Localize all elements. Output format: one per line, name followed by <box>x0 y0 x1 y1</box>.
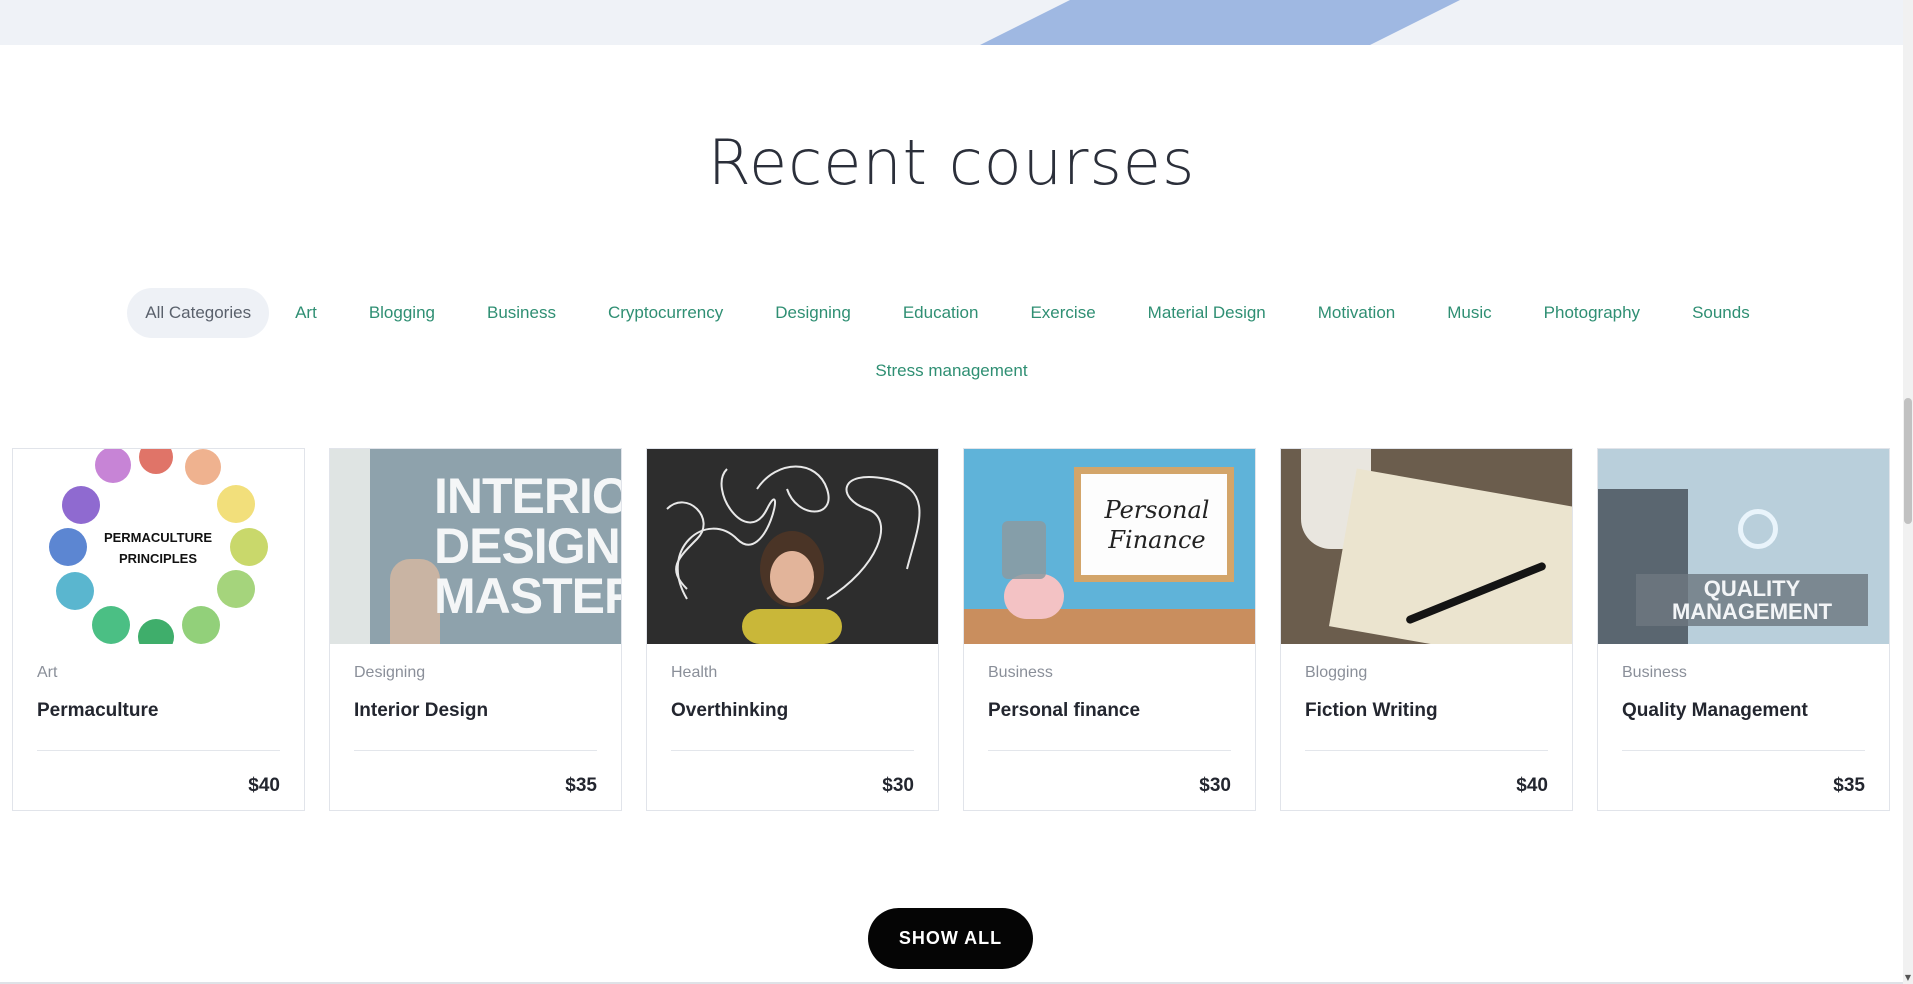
course-category: Health <box>671 664 718 681</box>
filter-motivation[interactable]: Motivation <box>1292 288 1421 338</box>
course-card[interactable]: PERMACULTURE PRINCIPLES Art Permaculture… <box>12 448 305 811</box>
course-thumbnail: INTERIO DESIGN MASTER <box>330 449 621 644</box>
course-card[interactable]: INTERIO DESIGN MASTER Designing Interior… <box>329 448 622 811</box>
filter-stress-management[interactable]: Stress management <box>849 354 1053 388</box>
card-divider <box>1305 750 1548 751</box>
filter-art[interactable]: Art <box>269 288 343 338</box>
card-divider <box>354 750 597 751</box>
shelf-shape <box>330 449 370 644</box>
category-filter-bar: All Categories Art Blogging Business Cry… <box>40 288 1863 388</box>
top-decorative-band <box>0 0 1903 45</box>
course-thumbnail <box>1281 449 1572 644</box>
image-text-line-1: INTERIO <box>434 468 621 524</box>
course-price: $40 <box>248 775 280 796</box>
filter-cryptocurrency[interactable]: Cryptocurrency <box>582 288 749 338</box>
course-category: Business <box>988 664 1053 681</box>
show-all-button[interactable]: SHOW ALL <box>868 908 1033 969</box>
paper-shape <box>1329 468 1572 644</box>
filter-designing[interactable]: Designing <box>749 288 877 338</box>
course-category: Business <box>1622 664 1687 681</box>
card-divider <box>671 750 914 751</box>
course-thumbnail <box>647 449 938 644</box>
image-text-line-1: Personal <box>1104 496 1210 524</box>
image-text-line-2: DESIGN <box>434 518 621 574</box>
course-thumbnail: Personal Finance <box>964 449 1255 644</box>
filter-all-categories[interactable]: All Categories <box>127 288 270 338</box>
coin-jar-shape <box>1002 521 1046 579</box>
course-title[interactable]: Permaculture <box>37 700 280 726</box>
filter-education[interactable]: Education <box>877 288 1005 338</box>
card-divider <box>37 750 280 751</box>
filter-blogging[interactable]: Blogging <box>343 288 461 338</box>
scroll-down-arrow-icon[interactable]: ▼ <box>1903 974 1913 982</box>
image-text-line-2: PRINCIPLES <box>118 551 197 566</box>
filter-business[interactable]: Business <box>461 288 582 338</box>
course-thumbnail: PERMACULTURE PRINCIPLES <box>13 449 304 644</box>
decorative-stripe <box>980 0 1460 45</box>
course-thumbnail: QUALITY MANAGEMENT <box>1598 449 1889 644</box>
course-category: Blogging <box>1305 664 1368 681</box>
course-price: $35 <box>565 775 597 796</box>
course-card-list: PERMACULTURE PRINCIPLES Art Permaculture… <box>12 448 1890 811</box>
scrollbar-thumb[interactable] <box>1904 398 1912 524</box>
course-price: $40 <box>1516 775 1548 796</box>
image-text-line-2: Finance <box>1108 526 1206 554</box>
overthinking-image <box>666 465 921 644</box>
card-divider <box>1622 750 1865 751</box>
filter-exercise[interactable]: Exercise <box>1004 288 1121 338</box>
course-price: $30 <box>882 775 914 796</box>
page-scrollbar[interactable]: ▼ <box>1903 0 1913 984</box>
course-card[interactable]: Blogging Fiction Writing $40 <box>1280 448 1573 811</box>
image-text-line-1: QUALITY <box>1703 576 1801 601</box>
course-title[interactable]: Quality Management <box>1622 700 1865 726</box>
section-title: Recent courses <box>707 126 1196 199</box>
filter-music[interactable]: Music <box>1421 288 1517 338</box>
course-card[interactable]: QUALITY MANAGEMENT Business Quality Mana… <box>1597 448 1890 811</box>
course-card[interactable]: Health Overthinking $30 <box>646 448 939 811</box>
piggy-bank-shape <box>1004 574 1064 619</box>
course-price: $35 <box>1833 775 1865 796</box>
course-category: Designing <box>354 664 426 681</box>
course-card[interactable]: Personal Finance Business Personal finan… <box>963 448 1256 811</box>
gear-icon <box>1738 509 1778 549</box>
image-text-line-3: MASTER <box>434 568 621 624</box>
course-title[interactable]: Overthinking <box>671 700 914 726</box>
filter-photography[interactable]: Photography <box>1518 288 1666 338</box>
course-title[interactable]: Interior Design <box>354 700 597 726</box>
image-text-line-1: PERMACULTURE <box>103 530 213 545</box>
table-shape <box>964 609 1255 644</box>
course-price: $30 <box>1199 775 1231 796</box>
image-text-line-2: MANAGEMENT <box>1671 599 1833 624</box>
card-divider <box>988 750 1231 751</box>
course-title[interactable]: Personal finance <box>988 700 1231 726</box>
filter-sounds[interactable]: Sounds <box>1666 288 1776 338</box>
course-category: Art <box>37 664 58 681</box>
course-title[interactable]: Fiction Writing <box>1305 700 1548 726</box>
filter-material-design[interactable]: Material Design <box>1122 288 1292 338</box>
vase-shape <box>390 559 440 644</box>
